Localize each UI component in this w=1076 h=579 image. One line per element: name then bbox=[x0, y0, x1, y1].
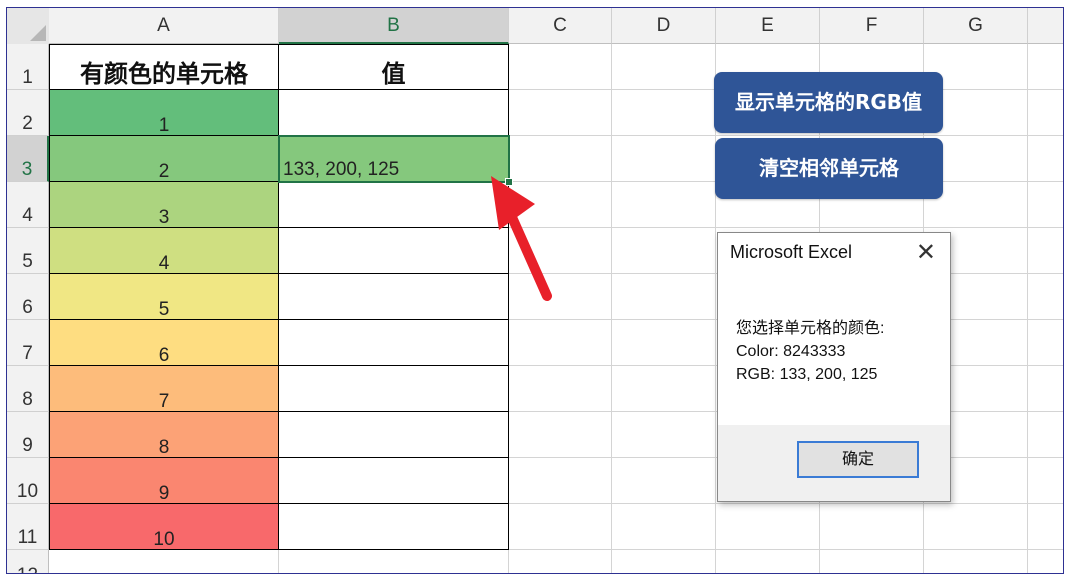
select-all-corner[interactable] bbox=[7, 8, 50, 45]
value-cell-9[interactable] bbox=[279, 458, 509, 504]
dialog-footer: 确定 bbox=[718, 425, 950, 501]
colored-cell-8[interactable]: 8 bbox=[49, 412, 279, 458]
value-cell-8[interactable] bbox=[279, 412, 509, 458]
close-icon[interactable]: ✕ bbox=[916, 241, 936, 265]
row-header-1[interactable]: 1 bbox=[7, 44, 49, 90]
row-header-4[interactable]: 4 bbox=[7, 182, 49, 228]
value-cell-1[interactable] bbox=[279, 90, 509, 136]
colored-cell-2[interactable]: 2 bbox=[49, 136, 279, 182]
ok-button[interactable]: 确定 bbox=[797, 441, 919, 478]
row-header-6[interactable]: 6 bbox=[7, 274, 49, 320]
row-header-7[interactable]: 7 bbox=[7, 320, 49, 366]
column-header-filler bbox=[1028, 8, 1063, 44]
row-header-2[interactable]: 2 bbox=[7, 90, 49, 136]
header-colored-cells[interactable]: 有颜色的单元格 bbox=[49, 44, 279, 90]
value-cell-10[interactable] bbox=[279, 504, 509, 550]
row-header-9[interactable]: 9 bbox=[7, 412, 49, 458]
row-header-12[interactable]: 12 bbox=[7, 550, 49, 573]
column-header-a[interactable]: A bbox=[49, 8, 279, 44]
column-header-f[interactable]: F bbox=[820, 8, 924, 44]
value-cell-4[interactable] bbox=[279, 228, 509, 274]
colored-cell-6[interactable]: 6 bbox=[49, 320, 279, 366]
excel-window: ABCDEFG123456789101112有颜色的单元格值12133, 200… bbox=[6, 7, 1064, 574]
red-arrow-icon bbox=[491, 176, 552, 301]
header-value[interactable]: 值 bbox=[279, 44, 509, 90]
column-header-d[interactable]: D bbox=[612, 8, 716, 44]
active-cell-border bbox=[278, 135, 510, 183]
colored-cell-3[interactable]: 3 bbox=[49, 182, 279, 228]
dialog-title: Microsoft Excel bbox=[730, 242, 853, 262]
column-header-e[interactable]: E bbox=[716, 8, 820, 44]
row-header-10[interactable]: 10 bbox=[7, 458, 49, 504]
row-header-8[interactable]: 8 bbox=[7, 366, 49, 412]
value-cell-5[interactable] bbox=[279, 274, 509, 320]
colored-cell-10[interactable]: 10 bbox=[49, 504, 279, 550]
colored-cell-1[interactable]: 1 bbox=[49, 90, 279, 136]
row-header-11[interactable]: 11 bbox=[7, 504, 49, 550]
column-header-g[interactable]: G bbox=[924, 8, 1028, 44]
show-rgb-button[interactable]: 显示单元格的RGB值 bbox=[714, 72, 943, 133]
value-cell-6[interactable] bbox=[279, 320, 509, 366]
column-header-b[interactable]: B bbox=[279, 8, 509, 44]
colored-cell-4[interactable]: 4 bbox=[49, 228, 279, 274]
message-dialog: Microsoft Excel ✕ 您选择单元格的颜色: Color: 8243… bbox=[717, 232, 951, 502]
row-header-3[interactable]: 3 bbox=[7, 136, 49, 182]
dialog-line-3: RGB: 133, 200, 125 bbox=[736, 366, 878, 383]
gridline-vertical bbox=[1027, 44, 1028, 573]
gridline-vertical bbox=[611, 44, 612, 573]
dialog-line-2: Color: 8243333 bbox=[736, 343, 846, 360]
colored-cell-7[interactable]: 7 bbox=[49, 366, 279, 412]
colored-cell-5[interactable]: 5 bbox=[49, 274, 279, 320]
dialog-line-1: 您选择单元格的颜色: bbox=[736, 320, 885, 337]
column-header-c[interactable]: C bbox=[509, 8, 612, 44]
clear-adjacent-button[interactable]: 清空相邻单元格 bbox=[715, 138, 943, 199]
value-cell-7[interactable] bbox=[279, 366, 509, 412]
dialog-message: 您选择单元格的颜色: Color: 8243333 RGB: 133, 200,… bbox=[736, 317, 884, 386]
value-cell-3[interactable] bbox=[279, 182, 509, 228]
row-header-5[interactable]: 5 bbox=[7, 228, 49, 274]
colored-cell-9[interactable]: 9 bbox=[49, 458, 279, 504]
select-all-icon bbox=[30, 25, 46, 41]
